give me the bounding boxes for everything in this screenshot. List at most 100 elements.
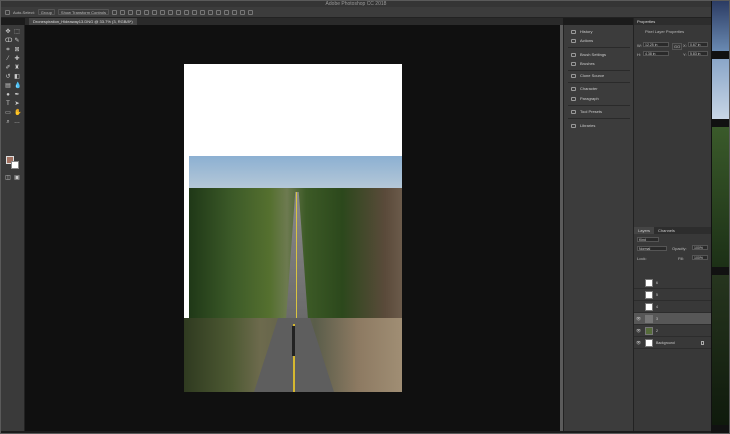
eye-icon[interactable]: 👁 [636, 313, 642, 325]
layer-name: 3 [656, 317, 658, 321]
align-right-icon[interactable] [152, 9, 158, 15]
lock-icon [701, 341, 704, 345]
3d-slide-icon[interactable] [248, 9, 254, 15]
height-field[interactable]: 4.38 in [643, 51, 669, 56]
layer-row-4[interactable]: 4 [634, 301, 712, 313]
shape-tool-icon[interactable]: ▭ [5, 110, 11, 116]
x-field[interactable]: 0.67 in [688, 42, 708, 47]
move-tool-icon[interactable] [5, 9, 10, 15]
dock-item-clone-source[interactable]: Clone Source [564, 70, 634, 81]
fill-field[interactable]: 100% [692, 255, 708, 260]
photoshop-window: Adobe Photoshop CC 2018 Auto-Select: Gro… [0, 0, 730, 434]
background-color-swatch[interactable] [11, 161, 19, 169]
distribute-vcenter-icon[interactable] [168, 9, 174, 15]
dock-item-label: Libraries [580, 123, 596, 128]
align-hcenter-icon[interactable] [144, 9, 150, 15]
distribute-left-icon[interactable] [184, 9, 190, 15]
kind-filter-select[interactable]: Kind [637, 237, 659, 242]
dock-item-label: Brush Settings [580, 52, 607, 57]
frame-tool-icon[interactable]: ⊠ [14, 47, 20, 53]
paragraph-icon [571, 97, 576, 101]
tab-channels[interactable]: Channels [654, 227, 679, 234]
marquee-tool-icon[interactable]: ⬚ [14, 29, 20, 35]
show-transform-checkbox[interactable]: Show Transform Controls [57, 9, 110, 15]
canvas-scrollbar[interactable] [560, 25, 563, 431]
dock-separator [568, 47, 630, 48]
layer-row-6[interactable]: 6 [634, 277, 712, 289]
dodge-tool-icon[interactable]: ● [5, 92, 11, 98]
document-tab[interactable]: Dronespiration_Hideaway13.DNG @ 33.7% (3… [29, 18, 137, 25]
brush-tool-icon[interactable]: ✐ [5, 65, 11, 71]
align-vcenter-icon[interactable] [120, 9, 126, 15]
layer-name: 4 [656, 305, 658, 309]
layer-row-background[interactable]: 👁 Background [634, 337, 712, 349]
gradient-tool-icon[interactable]: ▤ [5, 83, 11, 89]
h-label: H: [637, 52, 641, 57]
hand-tool-icon[interactable]: ✋ [14, 110, 21, 116]
move-tool-icon[interactable]: ✥ [5, 29, 11, 35]
dock-item-brushes[interactable]: Brushes [564, 58, 634, 69]
clone-stamp-tool-icon[interactable]: ♜ [14, 65, 20, 71]
crop-tool-icon[interactable]: ⌗ [5, 47, 11, 53]
history-brush-tool-icon[interactable]: ↺ [5, 74, 11, 80]
link-dimensions-button[interactable]: GO [672, 43, 683, 50]
3d-mode-icon[interactable] [216, 9, 222, 15]
width-field[interactable]: 12.25 in [643, 42, 669, 47]
distribute-hcenter-icon[interactable] [192, 9, 198, 15]
zoom-tool-icon[interactable]: ⌕ [5, 119, 11, 125]
person-shadow [292, 326, 295, 356]
auto-align-icon[interactable] [208, 9, 214, 15]
dock-item-label: Actions [580, 38, 594, 43]
distribute-top-icon[interactable] [160, 9, 166, 15]
type-tool-icon[interactable]: T [5, 101, 11, 107]
dock-item-label: Tool Presets [580, 109, 603, 114]
group-select[interactable]: Group [37, 9, 55, 15]
blend-mode-select[interactable]: Normal [637, 246, 667, 251]
3d-rotate-icon[interactable] [224, 9, 230, 15]
3d-drag-icon[interactable] [240, 9, 246, 15]
layer-name: Background [656, 341, 675, 345]
options-bar: Auto-Select: Group Show Transform Contro… [1, 7, 711, 18]
align-top-icon[interactable] [112, 9, 118, 15]
dock-item-paragraph[interactable]: Paragraph [564, 93, 634, 104]
road-centerline-upper [296, 192, 297, 318]
quick-mask-icon[interactable]: ◫ [5, 175, 11, 181]
lasso-tool-icon[interactable]: ↀ [5, 38, 12, 44]
dock-item-libraries[interactable]: Libraries [564, 120, 634, 131]
screen-mode-icon[interactable]: ▣ [14, 175, 20, 181]
eye-icon[interactable]: 👁 [636, 337, 642, 349]
distribute-right-icon[interactable] [200, 9, 206, 15]
w-label: W: [637, 43, 642, 48]
blur-tool-icon[interactable]: 💧 [14, 83, 21, 89]
tab-layers[interactable]: Layers [634, 227, 655, 234]
edit-toolbar-icon[interactable]: … [14, 119, 20, 125]
dock-item-label: Clone Source [580, 73, 605, 78]
quick-select-tool-icon[interactable]: ✎ [14, 38, 20, 44]
layer-row-3[interactable]: 👁 3 [634, 313, 712, 325]
path-select-tool-icon[interactable]: ➤ [14, 101, 20, 107]
eraser-tool-icon[interactable]: ◧ [14, 74, 20, 80]
layer-thumbnail [645, 291, 653, 299]
align-left-icon[interactable] [136, 9, 142, 15]
auto-select-label: Auto-Select: [13, 9, 35, 15]
eyedropper-tool-icon[interactable]: ⁄ [5, 56, 11, 62]
layer-row-2[interactable]: 👁 2 [634, 325, 712, 337]
x-label: X: [683, 43, 687, 48]
brushes-icon [571, 62, 576, 66]
eye-icon[interactable]: 👁 [636, 325, 642, 337]
document-image[interactable] [184, 64, 402, 392]
dock-item-actions[interactable]: Actions [564, 35, 634, 46]
pen-tool-icon[interactable]: ✒ [14, 92, 20, 98]
properties-panel-title[interactable]: Properties [634, 18, 711, 25]
distribute-bottom-icon[interactable] [176, 9, 182, 15]
layers-panel-tabs: Layers Channels [634, 227, 712, 234]
align-bottom-icon[interactable] [128, 9, 134, 15]
layer-thumbnail [645, 315, 653, 323]
opacity-field[interactable]: 100% [692, 245, 708, 250]
healing-brush-tool-icon[interactable]: ✚ [14, 56, 20, 62]
dock-item-tool-presets[interactable]: Tool Presets [564, 106, 634, 117]
panel-dock: History Actions Brush Settings Brushes C… [563, 25, 633, 431]
y-field[interactable]: 5.83 in [688, 51, 708, 56]
layer-row-5[interactable]: 5 [634, 289, 712, 301]
3d-roll-icon[interactable] [232, 9, 238, 15]
